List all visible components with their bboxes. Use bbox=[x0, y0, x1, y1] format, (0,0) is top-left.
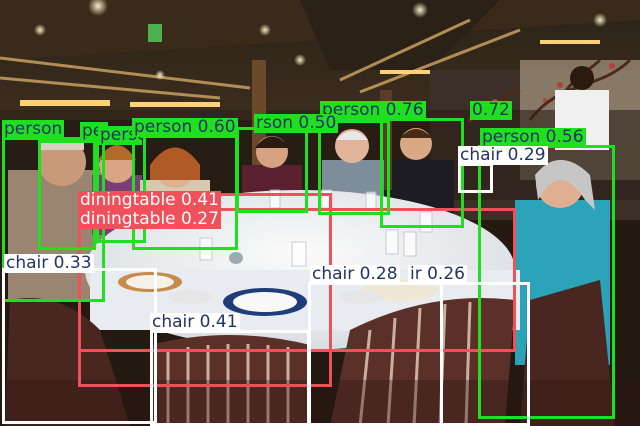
detection-label-person-0-72: 0.72 bbox=[470, 100, 512, 120]
chair-box-3 bbox=[150, 330, 310, 426]
person-box-7 bbox=[380, 118, 464, 228]
detection-label-diningtable-0-27: diningtable 0.27 bbox=[78, 209, 221, 229]
detection-label-chair-0-26: ir 0.26 bbox=[408, 264, 467, 284]
detection-label-chair-0-29: chair 0.29 bbox=[458, 145, 548, 165]
detection-label-chair-0-33: chair 0.33 bbox=[4, 253, 94, 273]
person-box-5 bbox=[236, 127, 308, 213]
detection-label-chair-0-28: chair 0.28 bbox=[310, 264, 400, 284]
chair-box-1 bbox=[458, 163, 493, 193]
detection-label-person-0-60: person 0.60 bbox=[132, 117, 238, 137]
detection-label-person-left: person bbox=[2, 119, 65, 139]
chair-box-5 bbox=[440, 282, 530, 426]
detection-label-person-0-50: rson 0.50 bbox=[254, 113, 339, 133]
chair-box-2 bbox=[2, 268, 157, 424]
detection-label-chair-0-41: chair 0.41 bbox=[150, 312, 240, 332]
detection-label-diningtable-0-41: diningtable 0.41 bbox=[78, 190, 221, 210]
